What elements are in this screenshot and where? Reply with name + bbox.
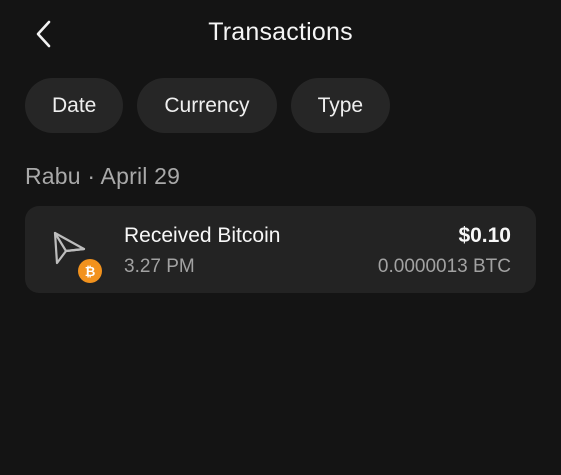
transaction-row[interactable]: ₿ Received Bitcoin 3.27 PM $0.10 0.00000… bbox=[25, 206, 536, 293]
filter-date-button[interactable]: Date bbox=[25, 78, 124, 133]
transaction-amount-btc: 0.0000013 BTC bbox=[377, 256, 511, 277]
transaction-title: Received Bitcoin bbox=[124, 224, 281, 247]
filter-type-button[interactable]: Type bbox=[290, 78, 391, 133]
transaction-amount-usd: $0.10 bbox=[458, 224, 511, 247]
bitcoin-icon: ₿ bbox=[78, 259, 102, 283]
transaction-icon: ₿ bbox=[49, 228, 105, 284]
filter-currency-button[interactable]: Currency bbox=[137, 78, 277, 133]
filter-bar: Date Currency Type bbox=[25, 78, 391, 133]
page-title: Transactions bbox=[208, 18, 353, 46]
section-date-label: Rabu · April 29 bbox=[25, 163, 181, 189]
transaction-time: 3.27 PM bbox=[124, 256, 195, 277]
svg-text:₿: ₿ bbox=[85, 265, 96, 279]
header: Transactions bbox=[0, 0, 561, 70]
